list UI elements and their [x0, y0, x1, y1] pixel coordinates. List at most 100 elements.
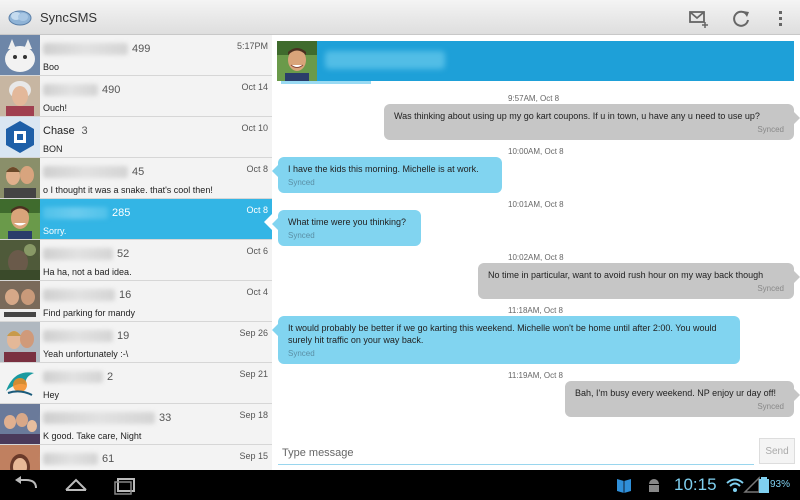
message-snippet: BON [43, 144, 63, 154]
avatar [0, 240, 40, 280]
conversation-item[interactable]: 499 5:17PM Boo [0, 35, 272, 76]
message-count: 19 [117, 330, 130, 342]
sync-status: Synced [757, 125, 784, 134]
battery-percent: 93% [770, 479, 791, 490]
conversation-item[interactable]: 16 Oct 4 Find parking for mandy [0, 281, 272, 322]
system-navigation-bar: 10:15 93% [0, 470, 800, 500]
message-snippet: Yeah unfortunately :-\ [43, 349, 129, 359]
send-button[interactable]: Send [759, 438, 795, 464]
avatar [0, 199, 40, 239]
message-text: Bah, I'm busy every weekend. NP enjoy ur… [575, 388, 776, 398]
message-count: 499 [132, 43, 151, 55]
sync-status: Synced [288, 178, 315, 187]
conversation-date: Sep 15 [239, 451, 268, 461]
back-icon[interactable] [12, 474, 40, 496]
avatar [0, 281, 40, 321]
conversation-list[interactable]: 499 5:17PM Boo 490 Oct 14 Ouch! Chase 3 Oct 10 BO… [0, 35, 272, 470]
message-snippet: Sorry. [43, 226, 67, 236]
sync-status: Synced [757, 402, 784, 411]
sync-status: Synced [288, 231, 315, 240]
contact-name-redacted [43, 330, 113, 342]
recent-apps-icon[interactable] [112, 474, 140, 496]
conversation-item[interactable]: 19 Sep 26 Yeah unfortunately :-\ [0, 322, 272, 363]
contact-name: Chase [43, 125, 75, 137]
contact-avatar [277, 41, 317, 81]
outgoing-message[interactable]: Was thinking about using up my go kart c… [384, 104, 800, 140]
message-text: I have the kids this morning. Michelle i… [288, 164, 479, 174]
conversation-item[interactable]: Chase 3 Oct 10 BON [0, 117, 272, 158]
home-icon[interactable] [62, 474, 90, 496]
conversation-item[interactable]: 61 Sep 15 [0, 445, 272, 470]
conversation-item[interactable]: 490 Oct 14 Ouch! [0, 76, 272, 117]
message-count: 16 [119, 289, 132, 301]
contact-name-redacted [43, 453, 98, 465]
selection-pointer [264, 214, 272, 230]
message-timestamp: 10:02AM, Oct 8 [508, 253, 564, 262]
incoming-message[interactable]: What time were you thinking? Synced [272, 210, 421, 246]
compose-bar: Send [272, 433, 800, 470]
message-count: 33 [159, 412, 172, 424]
conversation-item[interactable]: 285 Oct 8 Sorry. [0, 199, 272, 240]
message-timestamp: 11:18AM, Oct 8 [508, 306, 563, 315]
conversation-item[interactable]: 2 Sep 21 Hey [0, 363, 272, 404]
android-icon [649, 479, 659, 492]
action-bar: SyncSMS [0, 0, 800, 35]
message-count: 2 [107, 371, 114, 383]
message-input[interactable] [278, 441, 754, 465]
conversation-date: Sep 26 [239, 328, 268, 338]
conversation-date: Oct 14 [241, 82, 268, 92]
incoming-message[interactable]: It would probably be better if we go kar… [272, 316, 740, 364]
contact-name-redacted [43, 412, 155, 424]
contact-name-redacted [43, 207, 108, 219]
contact-name-redacted [43, 166, 128, 178]
avatar [0, 445, 40, 470]
message-timestamp: 10:00AM, Oct 8 [508, 147, 564, 156]
book-icon [617, 479, 631, 493]
app-title: SyncSMS [40, 10, 98, 25]
message-timestamp: 10:01AM, Oct 8 [508, 200, 564, 209]
avatar [0, 363, 40, 403]
message-snippet: Ha ha, not a bad idea. [43, 267, 132, 277]
conversation-item[interactable]: 33 Sep 18 K good. Take care, Night [0, 404, 272, 445]
sync-status: Synced [757, 284, 784, 293]
message-count: 490 [102, 84, 121, 96]
message-snippet: Ouch! [43, 103, 68, 113]
message-count: 45 [132, 166, 145, 178]
outgoing-message[interactable]: Bah, I'm busy every weekend. NP enjoy ur… [565, 381, 800, 417]
conversation-date: 5:17PM [236, 41, 268, 51]
conversation-item[interactable]: 45 Oct 8 o I thought it was a snake. that'… [0, 158, 272, 199]
sync-status: Synced [288, 349, 315, 358]
conversation-date: Oct 10 [241, 123, 268, 133]
message-text: What time were you thinking? [288, 217, 407, 227]
avatar [0, 35, 40, 75]
conversation-date: Sep 18 [239, 410, 268, 420]
message-thread: Was thinking about using up my go kart c… [272, 35, 800, 470]
conversation-item[interactable]: 52 Oct 6 Ha ha, not a bad idea. [0, 240, 272, 281]
contact-name-redacted [43, 289, 115, 301]
thread-header[interactable] [277, 41, 794, 81]
conversation-date: Oct 6 [246, 246, 268, 256]
avatar [0, 158, 40, 198]
header-divider [281, 81, 371, 84]
message-count: 52 [117, 248, 130, 260]
wifi-icon [726, 478, 744, 492]
message-text: It would probably be better if we go kar… [288, 323, 717, 345]
message-snippet: Find parking for mandy [43, 308, 136, 318]
contact-name-redacted [43, 84, 98, 96]
message-snippet: K good. Take care, Night [43, 431, 142, 441]
refresh-icon[interactable] [730, 7, 752, 29]
incoming-message[interactable]: I have the kids this morning. Michelle i… [272, 157, 502, 193]
avatar [0, 76, 40, 116]
new-message-icon[interactable] [688, 7, 710, 29]
conversation-date: Oct 8 [246, 164, 268, 174]
outgoing-message[interactable]: No time in particular, want to avoid rus… [478, 263, 800, 299]
avatar [0, 117, 40, 157]
contact-name-redacted [43, 43, 128, 55]
battery-icon [759, 477, 769, 493]
app-logo-icon [8, 10, 32, 26]
message-count: 285 [112, 207, 131, 219]
overflow-menu-icon[interactable] [770, 7, 792, 29]
message-text: Was thinking about using up my go kart c… [394, 111, 760, 121]
message-snippet: o I thought it was a snake. that's cool … [43, 185, 213, 195]
message-snippet: Hey [43, 390, 60, 400]
